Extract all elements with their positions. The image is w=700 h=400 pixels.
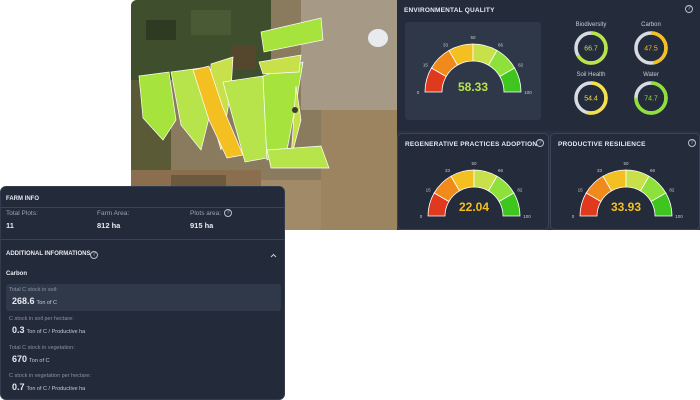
gauge-tick-label: 50 — [471, 161, 477, 166]
help-icon[interactable]: ? — [685, 5, 693, 13]
carbon-row-label: C stock in soil per hectare: — [9, 316, 74, 322]
carbon-section-title: Carbon — [6, 271, 27, 277]
carbon-row-label: Total C stock in vegetation: — [9, 345, 75, 351]
carbon-row-label: C stock in vegetation per hectare: — [9, 373, 91, 379]
screenshot: ENVIRONMENTAL QUALITY ? 0 15 33 50 66 82 100 5… — [0, 0, 700, 400]
unit: Ton of C — [29, 358, 50, 364]
regenerative-practices-value: 22.04 — [458, 200, 490, 214]
carbon-row-label: Total C stock in soil: — [9, 287, 58, 293]
carbon-row-value: 0.3 Ton of C / Productive ha — [12, 325, 85, 335]
indicator-value: 74.7 — [644, 96, 658, 103]
gauge-tick-label: 66 — [650, 168, 656, 173]
indicator-value: 66.7 — [584, 46, 598, 53]
gauge-tick-label: 0 — [420, 214, 423, 219]
gauge-tick-label: 66 — [498, 42, 504, 47]
gauge-tick-label: 82 — [518, 63, 524, 68]
farm-area-label: Farm Area: — [97, 210, 130, 217]
carbon-row: Total C stock in soil: 268.6 Ton of C — [6, 284, 281, 311]
total-plots-label: Total Plots: — [6, 210, 38, 217]
regenerative-practices-card: REGENERATIVE PRACTICES ADOPTION ? 0 15 33 5… — [397, 133, 549, 230]
gauge-tick-label: 33 — [597, 168, 603, 173]
value: 670 — [12, 354, 28, 364]
value: 268.6 — [12, 296, 35, 306]
plots-area-label: Plots area: — [190, 210, 222, 217]
carbon-row-value: 268.6 Ton of C — [12, 296, 57, 306]
gauge-tick-label: 50 — [623, 161, 629, 166]
carbon-row: Total C stock in vegetation: 670 Ton of C — [6, 342, 281, 369]
carbon-row-value: 670 Ton of C — [12, 354, 50, 364]
indicator-value: 54.4 — [584, 96, 598, 103]
unit: Ton of C / Productive ha — [26, 386, 86, 392]
plots-area-value: 915 ha — [190, 221, 214, 230]
environmental-quality-title: ENVIRONMENTAL QUALITY — [404, 7, 495, 14]
gauge-tick-label: 100 — [523, 214, 531, 219]
gauge-tick-label: 15 — [578, 188, 584, 193]
carbon-row: C stock in soil per hectare: 0.3 Ton of C… — [6, 313, 281, 340]
total-plots-value: 11 — [6, 221, 14, 230]
chevron-up-icon[interactable] — [270, 253, 277, 258]
gauge-tick-label: 66 — [498, 168, 504, 173]
farm-info-panel: FARM INFO Total Plots: 11 Farm Area: 812… — [0, 186, 285, 400]
environmental-quality-card: ENVIRONMENTAL QUALITY ? 0 15 33 50 66 82 100 5… — [397, 0, 700, 131]
productive-resilience-value: 33.93 — [610, 200, 642, 214]
productive-resilience-gauge: 0 15 33 50 66 82 100 — [572, 161, 684, 219]
dashboard: ENVIRONMENTAL QUALITY ? 0 15 33 50 66 82 100 5… — [397, 0, 700, 230]
farm-info-title: FARM INFO — [6, 196, 39, 202]
help-icon[interactable]: ? — [90, 251, 98, 259]
indicator-value: 47.5 — [644, 46, 658, 53]
gauge-tick-label: 0 — [572, 214, 575, 219]
divider — [1, 207, 284, 208]
indicator-water: Water 74.7 — [611, 72, 691, 123]
regenerative-practices-gauge: 0 15 33 50 66 82 100 — [420, 161, 532, 219]
indicator-carbon: Carbon 47.5 — [611, 22, 691, 73]
carbon-row: C stock in vegetation per hectare: 0.7 To… — [6, 370, 281, 397]
help-icon[interactable]: ? — [224, 209, 232, 217]
gauge-tick-label: 15 — [423, 63, 429, 68]
farm-area-value: 812 ha — [97, 221, 121, 230]
productive-resilience-card: PRODUCTIVE RESILIENCE ? 0 15 33 50 66 82 100 3… — [550, 133, 700, 230]
indicator-ring: 47.5 — [634, 31, 668, 65]
divider — [1, 239, 284, 240]
environmental-quality-value: 58.33 — [457, 80, 489, 94]
carbon-row-value: 0.7 Ton of C / Productive ha — [12, 382, 85, 392]
gauge-tick-label: 33 — [443, 42, 449, 47]
additional-informations-title[interactable]: ADDITIONAL INFORMATIONS — [6, 251, 90, 257]
environmental-quality-gauge: 01533506682100 — [417, 35, 533, 95]
unit: Ton of C / Productive ha — [26, 329, 86, 335]
gauge-tick-label: 50 — [470, 35, 476, 40]
indicator-ring: 74.7 — [634, 81, 668, 115]
unit: Ton of C — [36, 300, 58, 306]
gauge-tick-label: 33 — [445, 168, 451, 173]
value: 0.7 — [12, 382, 25, 392]
value: 0.3 — [12, 325, 25, 335]
gauge-tick-label: 82 — [517, 188, 523, 193]
gauge-tick-label: 82 — [669, 188, 675, 193]
gauge-tick-label: 15 — [426, 188, 432, 193]
gauge-tick-label: 100 — [675, 214, 683, 219]
environmental-quality-gauge-panel: 0 15 33 50 66 82 100 58.33 — [405, 22, 541, 120]
